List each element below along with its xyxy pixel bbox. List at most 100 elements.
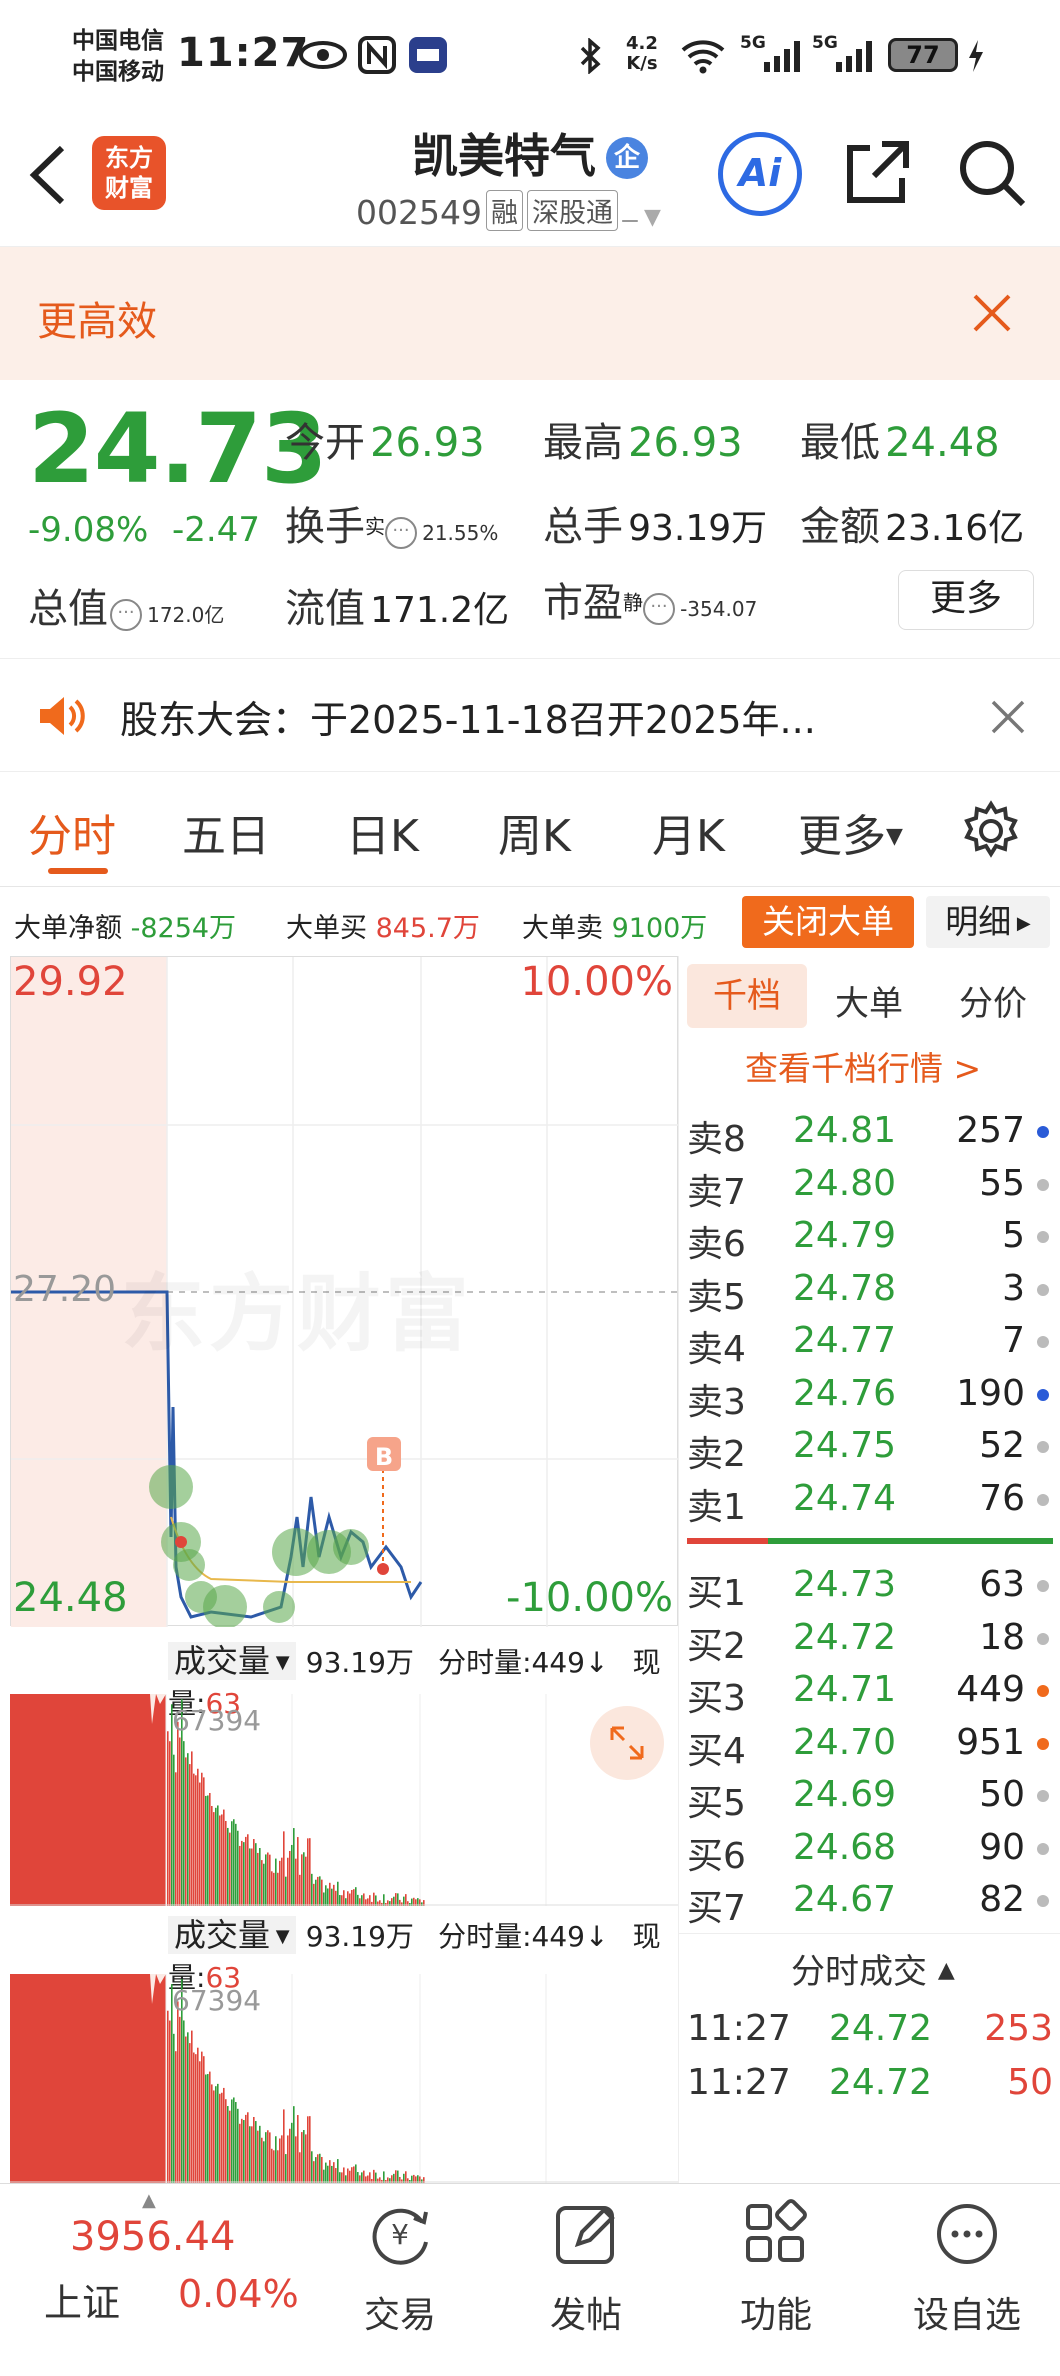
buy-level-row[interactable]: 买7 24.67 82 <box>679 1873 1060 1929</box>
nav-functions[interactable]: 功能 <box>706 2184 846 2374</box>
vol-bar <box>331 1888 333 1906</box>
tag-margin: 融 <box>485 190 523 231</box>
vol-bar <box>239 1845 241 1906</box>
tab-big-order[interactable]: 大单 <box>835 976 903 1025</box>
vol-bar <box>351 2167 353 2183</box>
sell-level-row[interactable]: 卖7 24.80 55 <box>679 1157 1060 1213</box>
view-levels-link[interactable]: 查看千档行情 > <box>745 1042 981 1090</box>
vol-bar <box>287 1857 289 1906</box>
level-price: 24.73 <box>793 1564 897 1605</box>
volume-panel-2[interactable]: 成交量 ▼ 93.19万 分时量:449↓ 现量:63 67394 <box>10 1906 678 2183</box>
vol-bar <box>289 1850 291 1906</box>
close-big-order-button[interactable]: 关闭大单 <box>742 896 914 948</box>
vol-bar <box>293 2106 295 2183</box>
ai-button[interactable]: Ai <box>718 132 802 216</box>
buy-level-row[interactable]: 买6 24.68 90 <box>679 1821 1060 1877</box>
settings-gear-icon[interactable] <box>960 800 1022 862</box>
level-label: 买7 <box>687 1888 746 1929</box>
level-price: 24.69 <box>793 1774 897 1815</box>
tab-more[interactable]: 更多▼ <box>798 800 903 864</box>
buy-level-row[interactable]: 买2 24.72 18 <box>679 1611 1060 1667</box>
buy-level-row[interactable]: 买1 24.73 63 <box>679 1558 1060 1614</box>
info-icon: ··· <box>110 599 142 631</box>
info-icon: ··· <box>643 593 675 625</box>
volume-panel-1[interactable]: 成交量 ▼ 93.19万 分时量:449↓ 现量:63 67394 <box>10 1626 678 1906</box>
vol-bar <box>209 1792 211 1906</box>
nav-post[interactable]: 发帖 <box>516 2184 656 2374</box>
vol-bar <box>189 1764 191 1906</box>
expand-button[interactable] <box>590 1706 664 1780</box>
level-volume: 3 <box>1002 1267 1025 1309</box>
tab-intraday[interactable]: 分时 <box>28 800 116 864</box>
vol-bar <box>191 2030 193 2183</box>
vol-bar <box>353 1889 355 1906</box>
level-price: 24.75 <box>793 1425 897 1466</box>
buy-level-row[interactable]: 买824.6637 <box>679 1926 1060 1934</box>
vol-bar <box>291 2122 293 2183</box>
index-name[interactable]: 上证 <box>44 2272 120 2327</box>
sell-level-row[interactable]: 卖6 24.79 5 <box>679 1209 1060 1265</box>
tick-volume: 50 <box>1007 2062 1053 2103</box>
tab-five-day[interactable]: 五日 <box>182 800 270 864</box>
vol-bar <box>313 2161 315 2183</box>
vol-bar <box>175 1772 177 1906</box>
tab-monthly-k[interactable]: 月K <box>652 800 725 864</box>
volume-dropdown-2[interactable]: 成交量 ▼ <box>168 1916 296 1954</box>
sell-level-row[interactable]: 卖4 24.77 7 <box>679 1314 1060 1370</box>
sell-level-row[interactable]: 卖8 24.81 257 <box>679 1104 1060 1160</box>
vol-bar <box>187 2032 189 2183</box>
intraday-chart[interactable]: B 东方财富 29.92 10.00% 27.20 24.48 -10.00% <box>10 956 679 1629</box>
index-value[interactable]: 3956.44 <box>70 2214 235 2260</box>
buy-level-row[interactable]: 买4 24.70 951 <box>679 1716 1060 1772</box>
tab-daily-k[interactable]: 日K <box>346 800 419 864</box>
detail-button[interactable]: 明细 ▶ <box>926 896 1050 948</box>
volume-dropdown[interactable]: 成交量 ▼ <box>168 1642 296 1680</box>
tick-list: 11:27 24.72 253 11:27 24.72 50 <box>679 2008 1060 2116</box>
amount-stat: 金额 23.16亿 <box>800 504 1025 550</box>
vol-bar <box>249 2126 251 2183</box>
depth-ratio-bar <box>687 1538 1053 1544</box>
vol-bar <box>285 1876 287 1906</box>
level-label: 卖8 <box>687 1119 746 1160</box>
buy-level-row[interactable]: 买3 24.71 449 <box>679 1663 1060 1719</box>
vol-bar <box>297 2115 299 2183</box>
wifi-icon <box>681 40 725 74</box>
vol-bar <box>255 2121 257 2183</box>
nav-trade[interactable]: ¥ 交易 <box>330 2184 470 2374</box>
level-volume: 190 <box>956 1372 1025 1414</box>
vol-bar <box>245 2114 247 2183</box>
ticks-header[interactable]: 分时成交 ▲ <box>791 1944 955 1993</box>
stock-code-line[interactable]: 002549 融深股通 ▼ <box>356 190 661 232</box>
level-dot <box>1037 1493 1049 1506</box>
tab-weekly-k[interactable]: 周K <box>498 800 571 864</box>
close-icon[interactable] <box>990 699 1026 735</box>
banner-text: 更高效 <box>37 299 157 345</box>
level-dot <box>1037 1231 1049 1243</box>
vol-bar <box>353 2166 355 2183</box>
notice-bar[interactable]: 股东大会：于2025-11-18召开2025年... <box>0 658 1060 772</box>
vol-bar <box>251 2126 253 2183</box>
level-label: 买3 <box>687 1678 746 1719</box>
watermark: 东方财富 <box>121 1247 473 1368</box>
nav-add-watchlist[interactable]: 设自选 <box>892 2184 1042 2374</box>
tab-price-dist[interactable]: 分价 <box>959 976 1027 1025</box>
vol-bar <box>303 1852 305 1906</box>
sell-level-row[interactable]: 卖5 24.78 3 <box>679 1262 1060 1318</box>
index-pct[interactable]: 0.04% <box>178 2272 299 2316</box>
level-price: 24.67 <box>793 1879 897 1920</box>
tab-thousand-level[interactable]: 千档 <box>687 964 807 1028</box>
promo-banner[interactable]: 更高效 <box>0 247 1060 380</box>
vol-bar <box>361 1895 363 1906</box>
sell-level-row[interactable]: 卖2 24.75 52 <box>679 1419 1060 1475</box>
sell-level-row[interactable]: 卖1 24.74 76 <box>679 1472 1060 1528</box>
vol-bar <box>185 1757 187 1906</box>
buy-level-row[interactable]: 买5 24.69 50 <box>679 1768 1060 1824</box>
vol-bar <box>405 2171 407 2183</box>
search-icon[interactable] <box>955 136 1029 210</box>
more-button[interactable]: 更多 <box>898 570 1034 630</box>
vol-bar <box>327 2165 329 2183</box>
sell-level-row[interactable]: 卖3 24.76 190 <box>679 1367 1060 1423</box>
share-icon[interactable] <box>840 136 914 210</box>
vol-bar <box>169 2020 171 2183</box>
close-icon[interactable] <box>970 291 1014 335</box>
